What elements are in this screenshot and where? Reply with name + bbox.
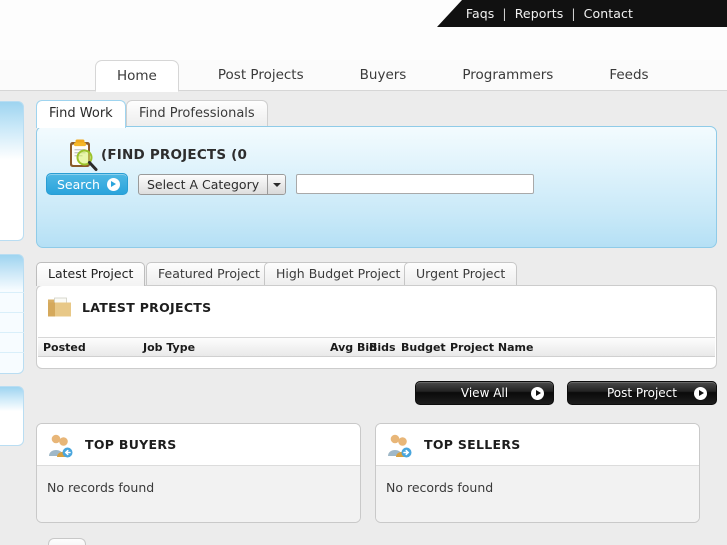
top-sellers-title: TOP SELLERS <box>424 437 521 452</box>
top-sellers-header: TOP SELLERS <box>376 424 699 466</box>
top-buyers-empty: No records found <box>37 466 360 522</box>
topbar-separator-2: | <box>571 6 576 21</box>
main-nav: Home Post Projects Buyers Programmers Fe… <box>0 60 727 92</box>
top-sellers-card: TOP SELLERS No records found <box>375 423 700 523</box>
project-filter-tabs: Latest Project Featured Project High Bud… <box>36 262 717 286</box>
top-buyers-header: TOP BUYERS <box>37 424 360 466</box>
find-subtabs: Find Work Find Professionals <box>36 100 717 128</box>
project-tab-featured[interactable]: Featured Project <box>146 262 272 286</box>
nav-item-home[interactable]: Home <box>95 60 179 92</box>
bottom-partial-tab[interactable] <box>48 538 86 545</box>
view-all-button[interactable]: View All <box>415 381 554 405</box>
find-projects-search-row: Search Select A Category <box>46 173 535 195</box>
view-all-label: View All <box>460 386 509 400</box>
top-bar-links: Faqs | Reports | Contact <box>460 0 639 27</box>
search-button-label: Search <box>57 176 100 192</box>
keyword-search-input[interactable] <box>296 174 535 194</box>
top-sellers-empty: No records found <box>376 466 699 522</box>
nav-item-feeds[interactable]: Feeds <box>592 60 665 91</box>
column-budget: Budget <box>401 340 446 354</box>
topbar-link-faqs[interactable]: Faqs <box>460 6 501 21</box>
main-nav-items: Home Post Projects Buyers Programmers Fe… <box>95 60 666 92</box>
post-project-label: Post Project <box>607 386 677 400</box>
play-arrow-icon <box>531 387 544 400</box>
search-button[interactable]: Search <box>46 173 128 195</box>
topbar-link-contact[interactable]: Contact <box>578 6 639 21</box>
column-avg-bid: Avg Bid <box>330 340 378 354</box>
project-tab-high-budget[interactable]: High Budget Project <box>264 262 413 286</box>
find-projects-title: (FIND PROJECTS (0 <box>101 147 248 163</box>
category-select-value: Select A Category <box>146 176 260 192</box>
subtab-find-professionals[interactable]: Find Professionals <box>126 100 268 127</box>
latest-projects-card: LATEST PROJECTS Posted Job Type Avg Bid … <box>36 285 717 369</box>
sidebar-widget-2-row-4 <box>0 352 24 353</box>
latest-projects-title: LATEST PROJECTS <box>82 299 212 315</box>
find-projects-panel: (FIND PROJECTS (0 Search Select A Catego… <box>36 126 717 248</box>
chevron-down-icon[interactable] <box>267 174 286 194</box>
project-tab-latest[interactable]: Latest Project <box>36 262 146 286</box>
topbar-separator-1: | <box>502 6 507 21</box>
play-arrow-icon <box>694 387 707 400</box>
nav-item-buyers[interactable]: Buyers <box>343 60 424 91</box>
clipboard-search-icon <box>70 139 98 171</box>
subtab-find-work[interactable]: Find Work <box>36 100 126 128</box>
content-column: Find Work Find Professionals (FIND PROJE… <box>36 100 717 531</box>
app-screen: Faqs | Reports | Contact Home Post Proje… <box>0 0 727 545</box>
nav-item-programmers[interactable]: Programmers <box>445 60 570 91</box>
column-bids: Bids <box>369 340 396 354</box>
users-out-icon <box>388 434 412 457</box>
top-bar: Faqs | Reports | Contact <box>0 0 727 27</box>
users-in-icon <box>49 434 73 457</box>
folder-icon <box>48 297 71 317</box>
nav-item-post-projects[interactable]: Post Projects <box>201 60 321 91</box>
find-projects-header: (FIND PROJECTS (0 <box>65 138 247 172</box>
project-actions: View All Post Project <box>36 381 717 405</box>
top-buyers-card: TOP BUYERS No records found <box>36 423 361 523</box>
bottom-cards-row: TOP BUYERS No records found TOP SELLERS <box>36 423 717 531</box>
sidebar-widget-1[interactable] <box>0 101 24 241</box>
topbar-link-reports[interactable]: Reports <box>509 6 570 21</box>
column-posted: Posted <box>43 340 86 354</box>
sidebar-widget-2-row-3 <box>0 332 24 333</box>
column-project-name: Project Name <box>450 340 534 354</box>
sidebar-widget-2-row-1 <box>0 292 24 293</box>
top-buyers-title: TOP BUYERS <box>85 437 177 452</box>
project-tab-urgent[interactable]: Urgent Project <box>404 262 518 286</box>
category-select[interactable]: Select A Category <box>137 173 287 195</box>
sidebar-widget-2-row-2 <box>0 312 24 313</box>
play-arrow-icon <box>106 177 120 191</box>
sidebar-widget-3[interactable] <box>0 386 24 446</box>
projects-table-header: Posted Job Type Avg Bid Bids Budget Proj… <box>38 337 715 357</box>
main-nav-strip <box>0 27 727 60</box>
column-job-type: Job Type <box>143 340 196 354</box>
post-project-button[interactable]: Post Project <box>567 381 717 405</box>
latest-projects-header: LATEST PROJECTS <box>47 295 211 319</box>
sidebar-widget-2[interactable] <box>0 254 24 374</box>
